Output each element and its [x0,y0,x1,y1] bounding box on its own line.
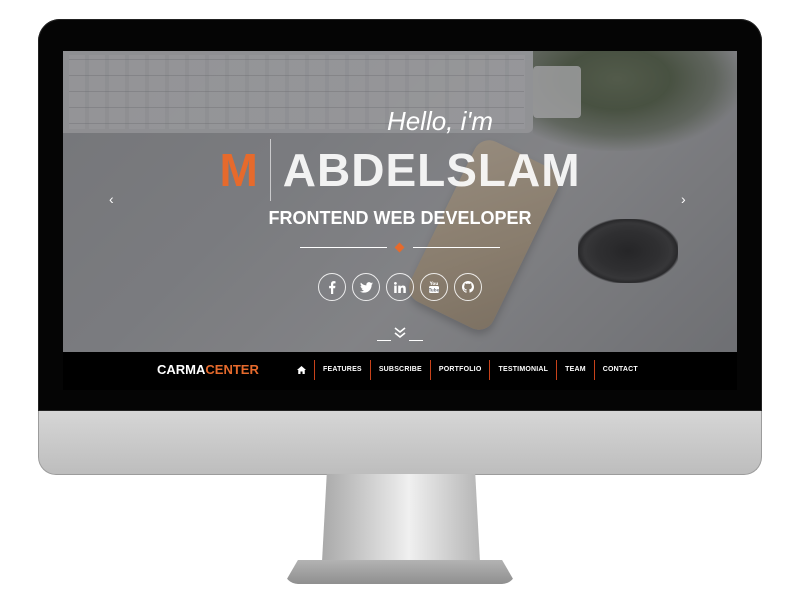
carousel-next-arrow[interactable]: › [681,191,686,207]
facebook-icon[interactable] [318,273,346,301]
monitor-stand-neck [322,474,480,562]
nav-item-contact[interactable]: CONTACT [593,360,646,380]
hero-greeting: Hello, i'm [386,106,494,136]
linkedin-icon[interactable] [386,273,414,301]
github-icon[interactable] [454,273,482,301]
nav-item-team[interactable]: TEAM [556,360,594,380]
hero-separator [300,242,500,254]
monitor-screen: Hello, i'm M ABDELSLAM FRONTEND WEB DEVE… [63,51,737,390]
hero-initial: M [219,144,258,196]
hero-section: Hello, i'm M ABDELSLAM FRONTEND WEB DEVE… [63,51,737,352]
hero-name: M ABDELSLAM [63,139,737,201]
monitor-stand-base [284,560,516,584]
hero-content: Hello, i'm M ABDELSLAM FRONTEND WEB DEVE… [63,51,737,352]
diamond-icon [394,242,405,253]
brand-primary: CARMA [157,362,206,377]
home-icon[interactable] [289,360,314,380]
navbar: CARMACENTER FEATURES SUBSCRIBE PORTFOLIO… [63,352,737,387]
nav-item-portfolio[interactable]: PORTFOLIO [429,360,490,380]
nav-item-subscribe[interactable]: SUBSCRIBE [369,360,430,380]
brand-logo[interactable]: CARMACENTER [157,362,259,377]
hero-surname: ABDELSLAM [282,144,581,196]
scroll-down-button[interactable] [375,324,425,344]
carousel-prev-arrow[interactable]: ‹ [109,191,114,207]
twitter-icon[interactable] [352,273,380,301]
youtube-icon[interactable]: You Tube [420,273,448,301]
svg-text:Tube: Tube [429,287,440,292]
svg-text:You: You [429,281,439,286]
nav-item-features[interactable]: FEATURES [314,360,370,380]
nav-item-testimonial[interactable]: TESTIMONIAL [489,360,556,380]
monitor-chin [38,411,762,475]
hero-role: FRONTEND WEB DEVELOPER [268,208,532,228]
nav-menu: FEATURES SUBSCRIBE PORTFOLIO TESTIMONIAL… [289,360,646,380]
double-chevron-down-icon [394,327,406,339]
social-links: You Tube [63,273,737,301]
brand-accent: CENTER [205,362,259,377]
